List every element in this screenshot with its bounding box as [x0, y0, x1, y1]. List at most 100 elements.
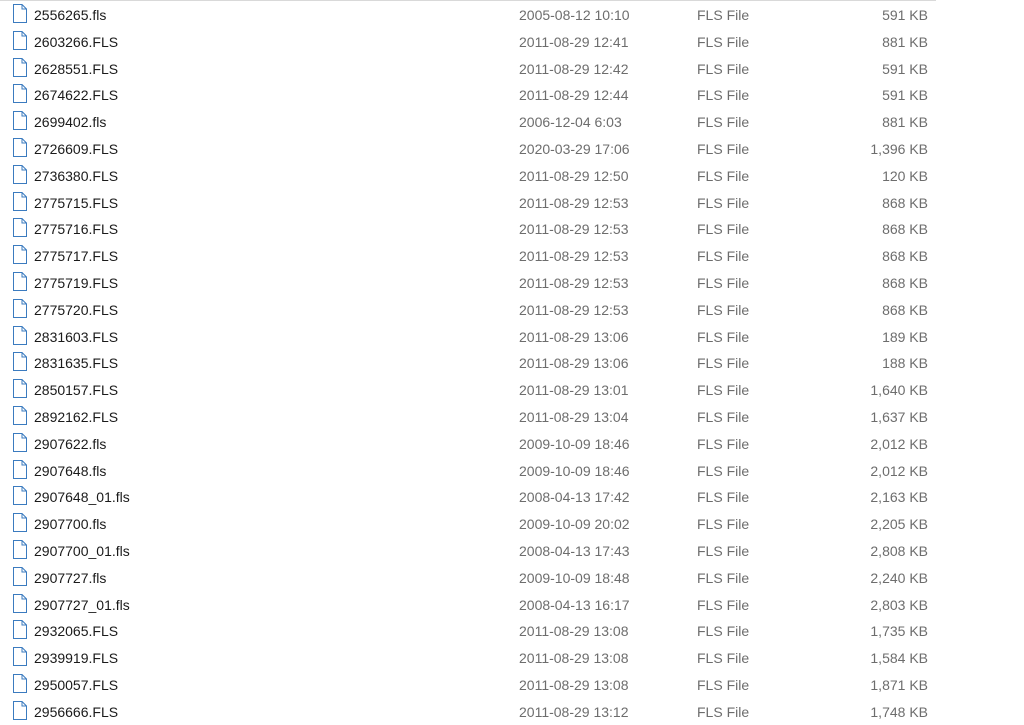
file-date-modified: 2008-04-13 17:42	[519, 489, 630, 506]
file-row-15[interactable]: 2850157.FLS 2011-08-29 13:01 FLS File 1,…	[0, 376, 936, 403]
file-icon	[12, 486, 27, 506]
file-icon	[12, 164, 27, 184]
file-name: 2850157.FLS	[34, 382, 119, 399]
file-type: FLS File	[697, 408, 750, 425]
file-icon	[12, 513, 27, 533]
file-name: 2956666.FLS	[34, 703, 119, 720]
file-icon	[12, 432, 27, 452]
file-type: FLS File	[697, 248, 750, 265]
file-date-modified: 2009-10-09 18:46	[519, 435, 630, 452]
file-row-27[interactable]: 2956666.FLS 2011-08-29 13:12 FLS File 1,…	[0, 698, 936, 725]
file-size: 1,396 KB	[870, 140, 928, 157]
file-date-modified: 2011-08-29 13:04	[519, 408, 629, 425]
file-date-modified: 2011-08-29 13:06	[519, 328, 629, 345]
file-row-1[interactable]: 2556265.fls 2005-08-12 10:10 FLS File 59…	[0, 1, 936, 28]
file-date-modified: 2011-08-29 12:53	[519, 301, 629, 318]
file-icon	[12, 405, 27, 425]
file-row-12[interactable]: 2775720.FLS 2011-08-29 12:53 FLS File 86…	[0, 296, 936, 323]
file-icon	[12, 620, 27, 640]
file-icon	[12, 218, 27, 238]
file-name: 2831635.FLS	[34, 355, 119, 372]
file-icon	[12, 57, 27, 77]
file-size: 188 KB	[882, 355, 928, 372]
file-row-24[interactable]: 2932065.FLS 2011-08-29 13:08 FLS File 1,…	[0, 617, 936, 644]
file-type: FLS File	[697, 596, 750, 613]
file-date-modified: 2011-08-29 12:42	[519, 60, 629, 77]
file-list: 2556265.fls 2005-08-12 10:10 FLS File 59…	[0, 0, 936, 725]
file-name: 2907648.fls	[34, 462, 107, 479]
file-size: 2,240 KB	[870, 569, 928, 586]
file-icon	[12, 84, 27, 104]
file-name: 2950057.FLS	[34, 676, 119, 693]
file-type: FLS File	[697, 569, 750, 586]
file-type: FLS File	[697, 623, 750, 640]
file-row-20[interactable]: 2907700.fls 2009-10-09 20:02 FLS File 2,…	[0, 510, 936, 537]
file-row-22[interactable]: 2907727.fls 2009-10-09 18:48 FLS File 2,…	[0, 564, 936, 591]
file-row-14[interactable]: 2831635.FLS 2011-08-29 13:06 FLS File 18…	[0, 349, 936, 376]
file-row-6[interactable]: 2726609.FLS 2020-03-29 17:06 FLS File 1,…	[0, 135, 936, 162]
file-name: 2939919.FLS	[34, 650, 119, 667]
file-icon	[12, 111, 27, 131]
file-name: 2907727_01.fls	[34, 596, 130, 613]
file-row-4[interactable]: 2674622.FLS 2011-08-29 12:44 FLS File 59…	[0, 81, 936, 108]
file-size: 189 KB	[882, 328, 928, 345]
file-date-modified: 2011-08-29 12:53	[519, 194, 629, 211]
file-type: FLS File	[697, 328, 750, 345]
file-date-modified: 2008-04-13 17:43	[519, 542, 630, 559]
file-row-2[interactable]: 2603266.FLS 2011-08-29 12:41 FLS File 88…	[0, 28, 936, 55]
file-date-modified: 2011-08-29 12:41	[519, 33, 629, 50]
file-row-11[interactable]: 2775719.FLS 2011-08-29 12:53 FLS File 86…	[0, 269, 936, 296]
file-type: FLS File	[697, 382, 750, 399]
file-name: 2907727.fls	[34, 569, 107, 586]
file-icon	[12, 30, 27, 50]
file-type: FLS File	[697, 435, 750, 452]
file-row-3[interactable]: 2628551.FLS 2011-08-29 12:42 FLS File 59…	[0, 55, 936, 82]
file-type: FLS File	[697, 221, 750, 238]
file-date-modified: 2011-08-29 12:50	[519, 167, 629, 184]
file-date-modified: 2011-08-29 13:08	[519, 676, 629, 693]
file-size: 1,748 KB	[870, 703, 928, 720]
file-row-13[interactable]: 2831603.FLS 2011-08-29 13:06 FLS File 18…	[0, 323, 936, 350]
file-row-23[interactable]: 2907727_01.fls 2008-04-13 16:17 FLS File…	[0, 591, 936, 618]
file-row-18[interactable]: 2907648.fls 2009-10-09 18:46 FLS File 2,…	[0, 457, 936, 484]
file-row-7[interactable]: 2736380.FLS 2011-08-29 12:50 FLS File 12…	[0, 162, 936, 189]
file-date-modified: 2009-10-09 18:48	[519, 569, 630, 586]
file-date-modified: 2006-12-04 6:03	[519, 114, 622, 131]
file-type: FLS File	[697, 516, 750, 533]
file-name: 2603266.FLS	[34, 33, 119, 50]
file-name: 2932065.FLS	[34, 623, 119, 640]
file-type: FLS File	[697, 114, 750, 131]
file-name: 2775717.FLS	[34, 248, 119, 265]
file-type: FLS File	[697, 301, 750, 318]
file-size: 868 KB	[882, 248, 928, 265]
file-type: FLS File	[697, 703, 750, 720]
file-size: 591 KB	[882, 87, 928, 104]
file-row-10[interactable]: 2775717.FLS 2011-08-29 12:53 FLS File 86…	[0, 242, 936, 269]
file-size: 868 KB	[882, 194, 928, 211]
file-icon	[12, 137, 27, 157]
file-row-26[interactable]: 2950057.FLS 2011-08-29 13:08 FLS File 1,…	[0, 671, 936, 698]
file-size: 591 KB	[882, 60, 928, 77]
file-type: FLS File	[697, 355, 750, 372]
file-icon	[12, 673, 27, 693]
file-size: 2,163 KB	[870, 489, 928, 506]
file-row-5[interactable]: 2699402.fls 2006-12-04 6:03 FLS File 881…	[0, 108, 936, 135]
file-date-modified: 2011-08-29 13:01	[519, 382, 629, 399]
file-row-17[interactable]: 2907622.fls 2009-10-09 18:46 FLS File 2,…	[0, 430, 936, 457]
file-name: 2907622.fls	[34, 435, 107, 452]
file-row-16[interactable]: 2892162.FLS 2011-08-29 13:04 FLS File 1,…	[0, 403, 936, 430]
file-size: 2,012 KB	[870, 435, 928, 452]
file-date-modified: 2011-08-29 13:08	[519, 623, 629, 640]
file-size: 1,640 KB	[870, 382, 928, 399]
file-date-modified: 2011-08-29 12:53	[519, 248, 629, 265]
file-type: FLS File	[697, 462, 750, 479]
file-row-19[interactable]: 2907648_01.fls 2008-04-13 17:42 FLS File…	[0, 483, 936, 510]
file-icon	[12, 700, 27, 720]
file-row-25[interactable]: 2939919.FLS 2011-08-29 13:08 FLS File 1,…	[0, 644, 936, 671]
file-icon	[12, 245, 27, 265]
file-type: FLS File	[697, 7, 750, 23]
file-icon	[12, 593, 27, 613]
file-row-8[interactable]: 2775715.FLS 2011-08-29 12:53 FLS File 86…	[0, 189, 936, 216]
file-row-21[interactable]: 2907700_01.fls 2008-04-13 17:43 FLS File…	[0, 537, 936, 564]
file-row-9[interactable]: 2775716.FLS 2011-08-29 12:53 FLS File 86…	[0, 215, 936, 242]
